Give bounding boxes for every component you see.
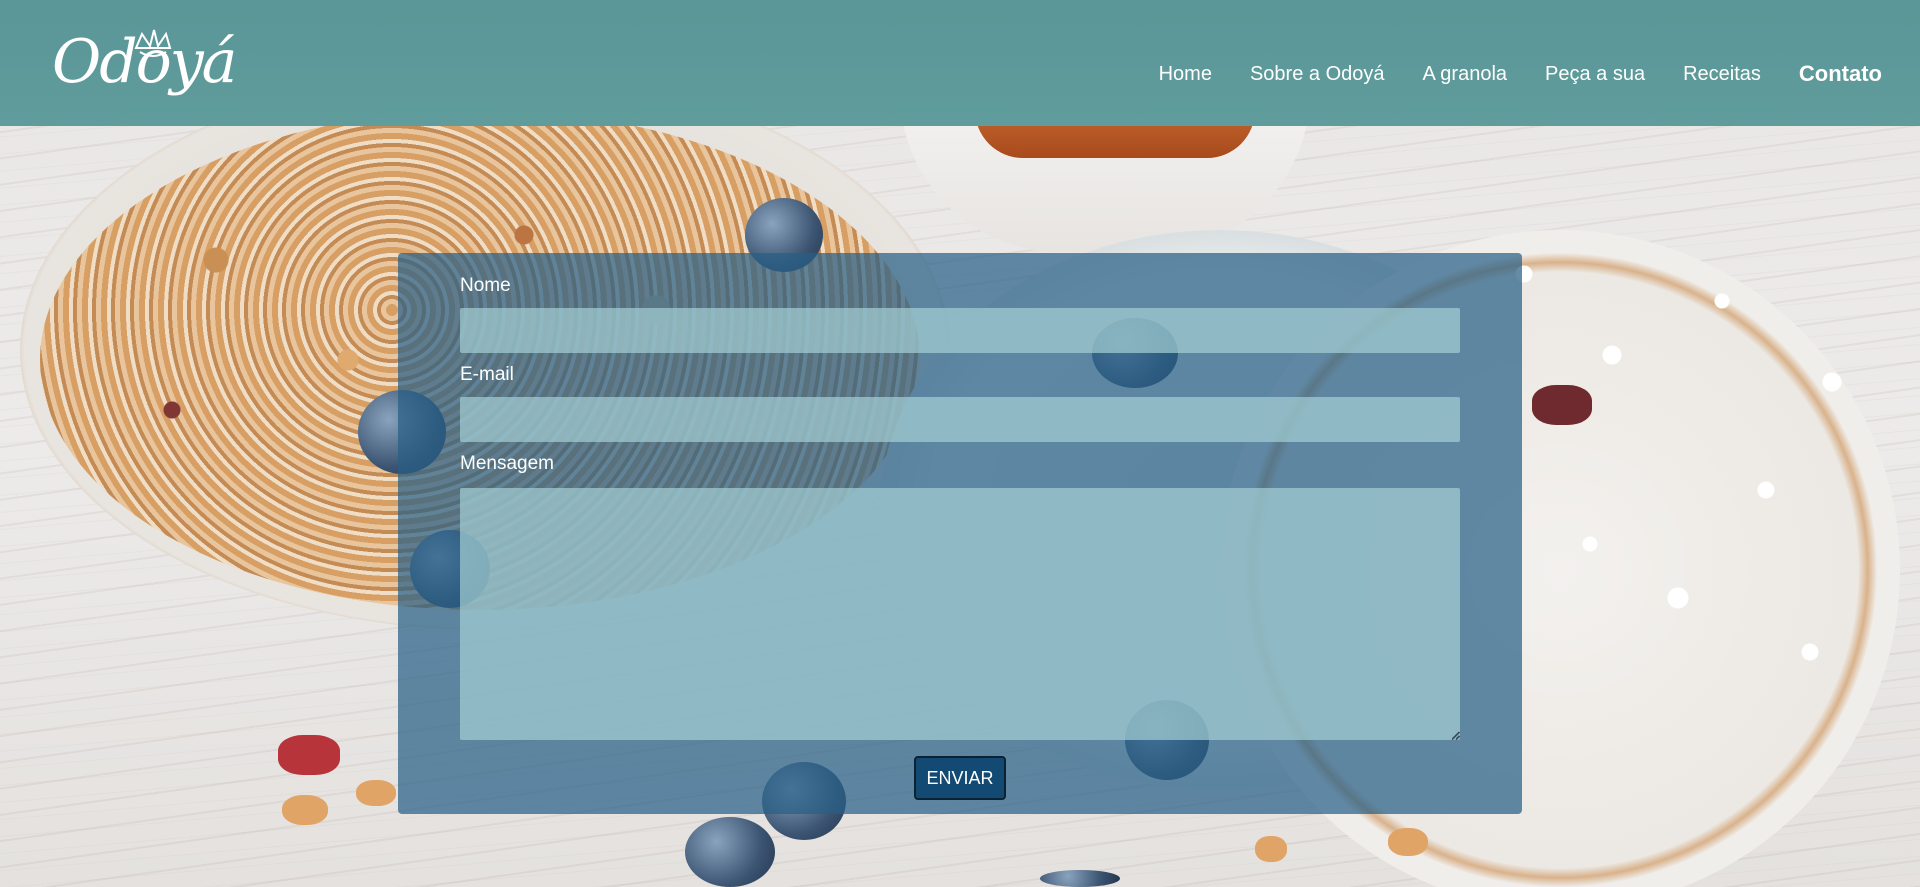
blueberry xyxy=(1040,870,1120,887)
oat-flake xyxy=(1388,828,1428,856)
nav-sobre[interactable]: Sobre a Odoyá xyxy=(1250,63,1385,86)
email-label: E-mail xyxy=(460,364,514,385)
oat-flake xyxy=(356,780,396,806)
name-label: Nome xyxy=(460,275,511,296)
oat-flake xyxy=(1255,836,1287,862)
crown-icon xyxy=(134,29,172,57)
brand-logo[interactable]: Odoyá xyxy=(52,14,237,110)
nav-granola[interactable]: A granola xyxy=(1423,63,1508,86)
main-navigation: Home Sobre a Odoyá A granola Peça a sua … xyxy=(1121,61,1882,87)
nav-receitas[interactable]: Receitas xyxy=(1683,63,1761,86)
name-input[interactable] xyxy=(460,308,1460,353)
raisin xyxy=(1532,385,1592,425)
message-label: Mensagem xyxy=(460,453,554,474)
email-input[interactable] xyxy=(460,397,1460,442)
submit-button[interactable]: ENVIAR xyxy=(914,756,1006,800)
site-header: Odoyá Home Sobre a Odoyá A granola Peça … xyxy=(0,0,1920,126)
nav-home[interactable]: Home xyxy=(1159,63,1212,86)
textarea-resize-handle[interactable] xyxy=(1452,732,1460,740)
oat-flake xyxy=(282,795,328,825)
blueberry xyxy=(685,817,775,887)
contact-form: Nome E-mail Mensagem ENVIAR xyxy=(398,253,1522,814)
cranberry xyxy=(278,735,340,775)
nav-contato[interactable]: Contato xyxy=(1799,61,1882,87)
flower-sprigs xyxy=(1480,220,1920,760)
nav-peca[interactable]: Peça a sua xyxy=(1545,63,1645,86)
message-textarea[interactable] xyxy=(460,488,1460,740)
